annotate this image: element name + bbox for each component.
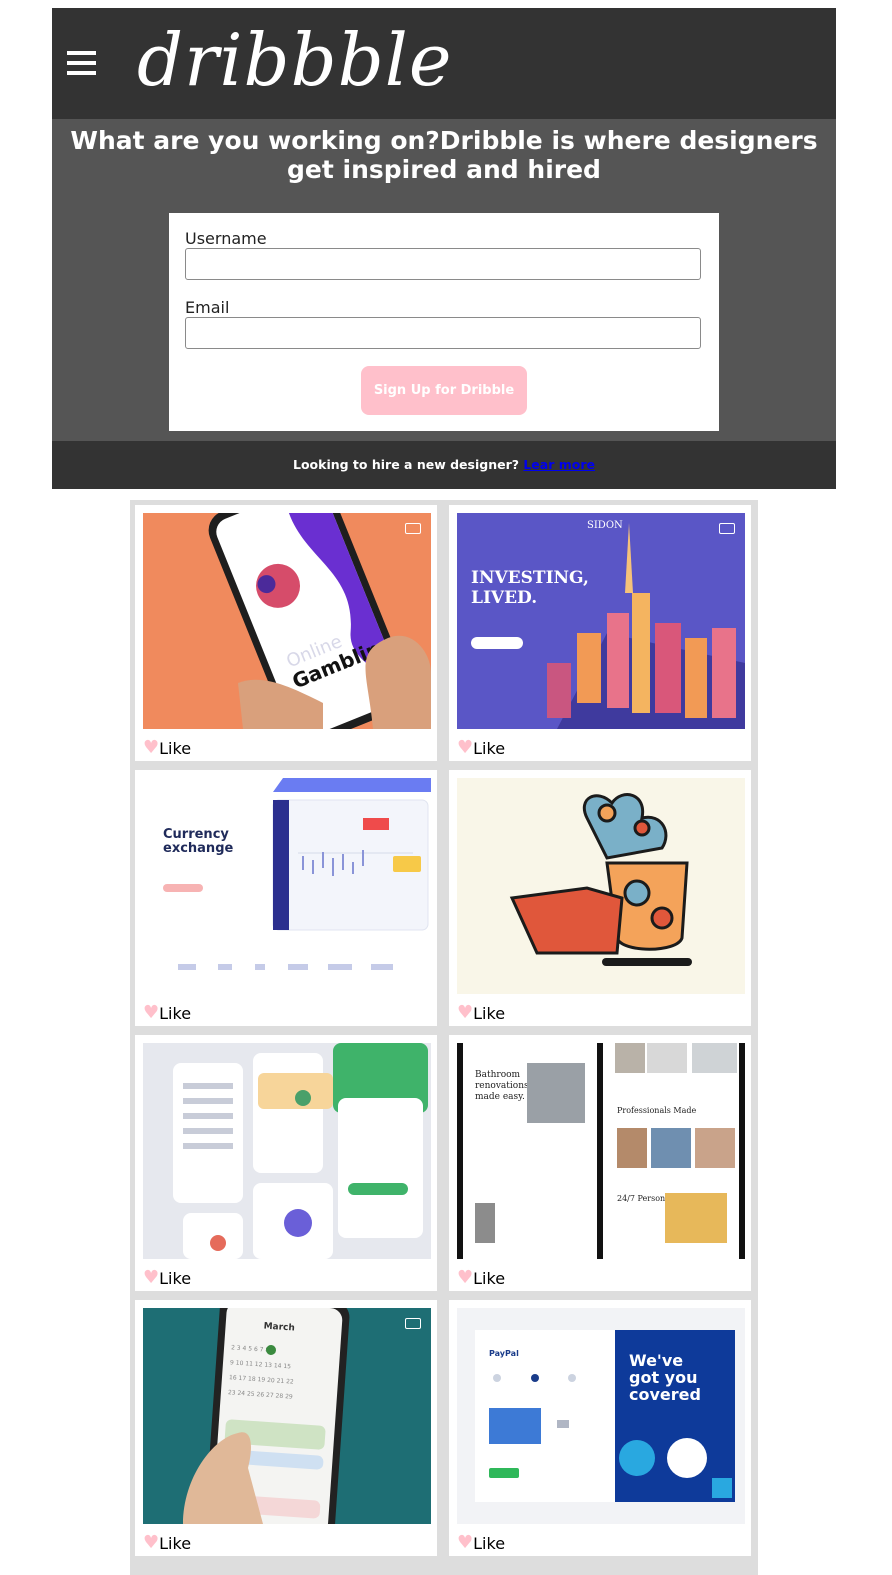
shot-thumbnail[interactable]: March 2 3 4 5 6 7 8 9 10 11 12 13 14 15 … <box>143 1308 431 1524</box>
heart-icon: ♥ <box>143 1267 160 1288</box>
signup-button[interactable]: Sign Up for Dribble <box>361 366 527 415</box>
svg-text:SIDON: SIDON <box>587 520 623 531</box>
svg-text:PayPal: PayPal <box>489 1349 519 1358</box>
username-label: Username <box>185 229 267 248</box>
like-label: Like <box>473 1268 506 1288</box>
svg-text:Currency: Currency <box>163 827 229 842</box>
svg-text:exchange: exchange <box>163 841 233 856</box>
svg-text:INVESTING,: INVESTING, <box>471 568 589 588</box>
svg-text:renovations,: renovations, <box>475 1081 531 1091</box>
hire-banner: Looking to hire a new designer? Lear mor… <box>52 441 836 489</box>
hamburger-icon[interactable] <box>67 51 96 75</box>
hire-text: Looking to hire a new designer? <box>293 457 524 472</box>
username-input[interactable] <box>185 248 701 280</box>
like-label: Like <box>159 1268 192 1288</box>
heart-icon: ♥ <box>457 1267 474 1288</box>
shot-thumbnail[interactable]: Online Gambling <box>143 513 431 729</box>
like-label: Like <box>473 1003 506 1023</box>
dribbble-logo[interactable]: dribbble <box>137 18 452 102</box>
email-input[interactable] <box>185 317 701 349</box>
heart-icon: ♥ <box>457 737 474 758</box>
shot-card[interactable]: PayPal We've got you covered ♥ Like <box>449 1300 751 1556</box>
like-label: Like <box>473 1533 506 1553</box>
shot-thumbnail[interactable]: Bathroom renovations, made easy. Profess… <box>457 1043 745 1259</box>
svg-text:Professionals Made: Professionals Made <box>617 1106 697 1115</box>
like-button[interactable]: ♥ Like <box>143 1003 191 1023</box>
video-icon <box>405 523 421 534</box>
shots-grid: Online Gambling ♥ Like SIDON INVESTING, … <box>130 500 758 1575</box>
like-button[interactable]: ♥ Like <box>457 1268 505 1288</box>
hero-section: What are you working on?Dribble is where… <box>52 119 836 441</box>
like-button[interactable]: ♥ Like <box>457 1533 505 1553</box>
like-button[interactable]: ♥ Like <box>143 1533 191 1553</box>
shot-thumbnail[interactable]: PayPal We've got you covered <box>457 1308 745 1524</box>
shot-card[interactable]: Online Gambling ♥ Like <box>135 505 437 761</box>
svg-text:24/7 Personal: 24/7 Personal <box>617 1194 673 1203</box>
shot-thumbnail[interactable] <box>143 1043 431 1259</box>
like-label: Like <box>159 1003 192 1023</box>
shot-thumbnail[interactable]: SIDON INVESTING, LIVED. <box>457 513 745 729</box>
shot-card[interactable]: March 2 3 4 5 6 7 8 9 10 11 12 13 14 15 … <box>135 1300 437 1556</box>
heart-icon: ♥ <box>457 1532 474 1553</box>
svg-text:Bathroom: Bathroom <box>475 1070 521 1080</box>
hero-title: What are you working on?Dribble is where… <box>70 126 818 184</box>
video-icon <box>719 523 735 534</box>
shot-thumbnail[interactable] <box>457 778 745 994</box>
heart-icon: ♥ <box>143 737 160 758</box>
learn-more-link[interactable]: Lear more <box>523 457 595 472</box>
like-button[interactable]: ♥ Like <box>457 1003 505 1023</box>
shot-card[interactable]: Bathroom renovations, made easy. Profess… <box>449 1035 751 1291</box>
like-button[interactable]: ♥ Like <box>457 738 505 758</box>
shot-card[interactable]: ♥ Like <box>135 1035 437 1291</box>
svg-text:covered: covered <box>629 1385 701 1404</box>
svg-text:made easy.: made easy. <box>475 1092 525 1102</box>
top-header: dribbble <box>52 8 836 119</box>
svg-text:LIVED.: LIVED. <box>471 588 537 608</box>
like-label: Like <box>159 738 192 758</box>
email-label: Email <box>185 298 230 317</box>
shot-card[interactable]: ♥ Like <box>449 770 751 1026</box>
heart-icon: ♥ <box>143 1002 160 1023</box>
heart-icon: ♥ <box>457 1002 474 1023</box>
heart-icon: ♥ <box>143 1532 160 1553</box>
like-button[interactable]: ♥ Like <box>143 738 191 758</box>
video-icon <box>405 1318 421 1329</box>
signup-form: Username Email Sign Up for Dribble <box>169 213 719 431</box>
like-button[interactable]: ♥ Like <box>143 1268 191 1288</box>
like-label: Like <box>473 738 506 758</box>
like-label: Like <box>159 1533 192 1553</box>
shot-thumbnail[interactable]: Currency exchange <box>143 778 431 994</box>
shot-card[interactable]: SIDON INVESTING, LIVED. ♥ Like <box>449 505 751 761</box>
shot-card[interactable]: Currency exchange ♥ Like <box>135 770 437 1026</box>
